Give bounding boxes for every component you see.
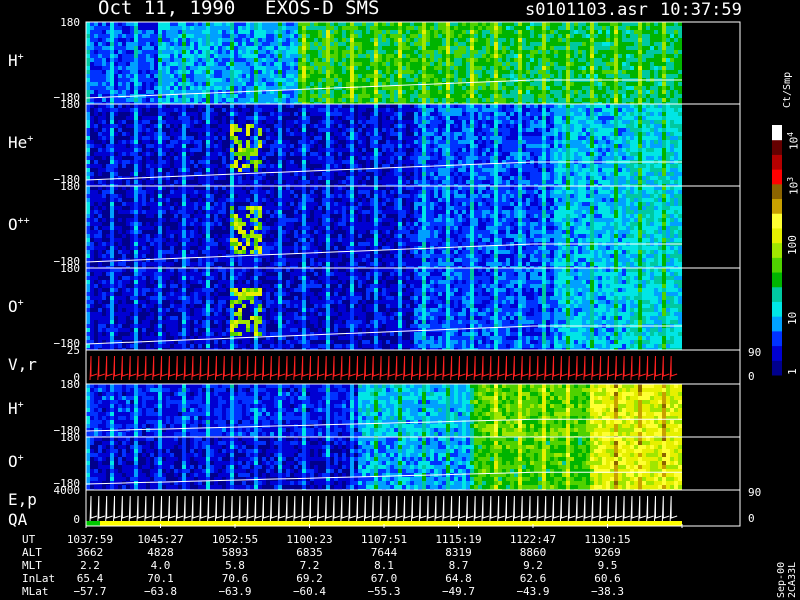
panel-4-rtop: 90 — [748, 346, 762, 359]
colorbar-label-1: 10 — [786, 311, 799, 325]
date-code: Sep-00 2CA33L — [776, 561, 798, 598]
ephem-value: −49.7 — [441, 585, 476, 598]
ephem-value: 9269 — [594, 546, 621, 559]
ephem-value: −63.9 — [218, 585, 252, 598]
panel-7-rbottom: 0 — [748, 512, 755, 525]
ephem-value: 62.6 — [519, 572, 547, 585]
ephem-value: 1122:47 — [509, 533, 557, 546]
ephem-value: 5.8 — [225, 559, 245, 572]
ephem-value: 8.1 — [374, 559, 394, 572]
ephem-value: 8860 — [519, 546, 547, 559]
ephem-value: −63.8 — [143, 585, 178, 598]
panel-4-rbottom: 0 — [748, 370, 755, 383]
ephem-value: 60.6 — [594, 572, 621, 585]
ephem-value: −57.7 — [73, 585, 107, 598]
colorbar-label-0: 1 — [786, 368, 799, 375]
ephem-value: 7.2 — [299, 559, 320, 572]
ephem-row-name: ALT — [22, 546, 42, 559]
ephem-value: 70.1 — [147, 572, 174, 585]
ephem-value: 9.5 — [597, 559, 618, 572]
panel-0-species: H+ — [8, 51, 24, 70]
ephem-value: 4828 — [147, 546, 174, 559]
qa-bar-green — [86, 521, 100, 526]
ephem-value: 2.2 — [80, 559, 100, 572]
colorbar — [772, 125, 782, 376]
panel-6-species: O+ — [8, 451, 24, 471]
panel-1-ytop: 180 — [60, 98, 80, 111]
ephem-row-name: MLat — [22, 585, 49, 598]
ephem-value: 1045:27 — [137, 533, 184, 546]
panel-2-ytop: 180 — [60, 180, 80, 193]
panel-4-ytop: 25 — [66, 344, 80, 357]
ephem-value: 4.0 — [150, 559, 171, 572]
ephem-value: 1130:15 — [584, 533, 631, 546]
ephem-value: 1037:59 — [66, 533, 114, 546]
panel-1-species: He+ — [8, 133, 34, 152]
ephem-value: 3662 — [76, 546, 104, 559]
ephem-value: 1107:51 — [360, 533, 408, 546]
ephem-row-alt: ALT 3662 4828 5893 6835 7644 8319 8860 9269 — [0, 546, 700, 559]
ephem-value: 8.7 — [448, 559, 469, 572]
plot-date: Oct 11, 1990 — [98, 0, 236, 19]
ephem-row-name: InLat — [22, 572, 56, 585]
ephem-value: 69.2 — [296, 572, 323, 585]
ephem-value: −38.3 — [590, 585, 625, 598]
panel-7-species: E,p — [8, 490, 37, 509]
ephem-value: 70.6 — [221, 572, 249, 585]
panel-2-species: O++ — [8, 215, 30, 234]
panel-0-ytop: 180 — [60, 16, 80, 29]
ephem-value: 1100:23 — [286, 533, 333, 546]
panel-5-species: H+ — [8, 398, 24, 418]
ephem-value: 5893 — [221, 546, 249, 559]
plot-time: 10:37:59 — [660, 0, 742, 20]
ephem-value: −55.3 — [367, 585, 401, 598]
panel-3-species: O+ — [8, 297, 24, 316]
ephem-row-ut: UT 1037:59 1045:27 1052:55 1100:23 1107:51 111… — [0, 533, 700, 546]
ephem-value: 65.4 — [76, 572, 104, 585]
colorbar-title: Ct/Smp — [782, 71, 793, 108]
panel-2-spectrogram — [86, 186, 682, 268]
colorbar-label-2: 100 — [786, 235, 799, 255]
ephem-value: 9.2 — [523, 559, 543, 572]
colorbar-label-4: 104 — [786, 131, 800, 150]
panel-7-rtop: 90 — [748, 486, 762, 499]
ephem-value: 67.0 — [370, 572, 398, 585]
panel-1-spectrogram — [86, 104, 682, 186]
panel-6-ytop: 180 — [60, 431, 80, 444]
panel-4-species: V,r — [8, 355, 37, 374]
ephem-row-mlt: MLT 2.2 4.0 5.8 7.2 8.1 8.7 9.2 9.5 — [0, 559, 700, 572]
ephem-row-name: MLT — [22, 559, 42, 572]
ephem-value: −43.9 — [516, 585, 550, 598]
ephem-row-name: UT — [22, 533, 36, 546]
panel-7-qa-label: QA — [8, 510, 28, 529]
ephem-value: 6835 — [296, 546, 323, 559]
panel-7-ytop: 4000 — [53, 484, 81, 497]
ephem-row-inlat: InLat 65.4 70.1 70.6 69.2 67.0 64.8 62.6 60.6 — [0, 572, 700, 585]
ephem-value: 64.8 — [445, 572, 472, 585]
ephem-value: 1115:19 — [435, 533, 482, 546]
panel-0-spectrogram — [86, 22, 682, 104]
plot-instrument: EXOS-D SMS — [265, 0, 380, 19]
qa-bar-yellow — [100, 521, 682, 526]
ephem-value: 8319 — [445, 546, 472, 559]
ephem-value: −60.4 — [292, 585, 327, 598]
ephem-value: 1052:55 — [211, 533, 259, 546]
plot-file: s0101103.asr — [525, 0, 648, 20]
colorbar-label-3: 103 — [786, 176, 800, 195]
panel-3-ytop: 180 — [60, 262, 80, 275]
chart-canvas — [85, 21, 782, 528]
panel-3-spectrogram — [86, 268, 682, 350]
panel-5-ytop: 180 — [60, 378, 80, 391]
ephem-row-mlat: MLat −57.7 −63.8 −63.9 −60.4 −55.3 −49.7 −43.9 −… — [0, 585, 700, 598]
panel-7-ybottom: 0 — [73, 513, 80, 526]
ephem-value: 7644 — [370, 546, 398, 559]
